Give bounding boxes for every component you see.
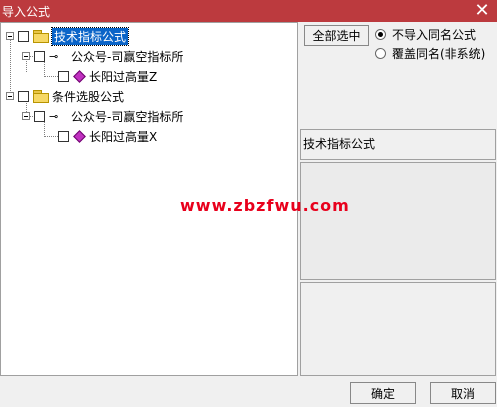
formula-type-label: 技术指标公式 [303, 137, 376, 151]
tree-group-label[interactable]: 技术指标公式 [50, 26, 130, 46]
formula-description-panel [300, 162, 496, 280]
title-bar: 导入公式 ✕ [0, 0, 497, 22]
collapse-icon[interactable] [6, 92, 14, 100]
radio-overwrite[interactable]: 覆盖同名(非系统) [375, 45, 485, 62]
radio-icon[interactable] [375, 48, 386, 59]
radio-icon[interactable] [375, 29, 386, 40]
formula-preview-panel [300, 282, 496, 376]
folder-icon [33, 30, 49, 43]
tree-node-label[interactable]: 公众号-司赢空指标所 [71, 108, 183, 125]
collapse-icon[interactable] [22, 52, 30, 60]
radio-label: 不导入同名公式 [392, 28, 477, 42]
watermark-text: www.zbzfwu.com [180, 196, 350, 215]
tree-node[interactable]: ⊸ 公众号-司赢空指标所 [22, 46, 183, 66]
key-icon: ⊸ [49, 49, 59, 63]
window-title: 导入公式 [2, 5, 51, 19]
formula-icon [73, 130, 85, 142]
checkbox[interactable] [18, 90, 29, 102]
ok-button[interactable]: 确定 [350, 382, 416, 404]
tree-leaf[interactable]: 长阳过高量X [58, 126, 157, 146]
key-icon: ⊸ [49, 109, 59, 123]
tree-node-label[interactable]: 公众号-司赢空指标所 [71, 48, 183, 65]
checkbox[interactable] [18, 30, 29, 42]
checkbox[interactable] [34, 50, 45, 62]
collapse-icon[interactable] [22, 112, 30, 120]
radio-no-import[interactable]: 不导入同名公式 [375, 26, 476, 43]
cancel-button[interactable]: 取消 [430, 382, 496, 404]
checkbox[interactable] [58, 70, 69, 82]
checkbox[interactable] [58, 130, 69, 142]
tree-group[interactable]: 条件选股公式 [6, 86, 124, 106]
formula-icon [73, 70, 85, 82]
select-all-button[interactable]: 全部选中 [304, 25, 369, 46]
tree-leaf-label[interactable]: 长阳过高量Z [89, 68, 157, 85]
tree-group[interactable]: 技术指标公式 [6, 26, 130, 46]
folder-icon [33, 90, 49, 103]
radio-label: 覆盖同名(非系统) [392, 47, 486, 61]
tree-leaf-label[interactable]: 长阳过高量X [89, 128, 157, 145]
tree-leaf[interactable]: 长阳过高量Z [58, 66, 157, 86]
close-icon[interactable]: ✕ [469, 1, 495, 21]
checkbox[interactable] [34, 110, 45, 122]
formula-type-field: 技术指标公式 [300, 129, 496, 160]
collapse-icon[interactable] [6, 32, 14, 40]
tree-group-label[interactable]: 条件选股公式 [52, 88, 124, 105]
tree-node[interactable]: ⊸ 公众号-司赢空指标所 [22, 106, 183, 126]
